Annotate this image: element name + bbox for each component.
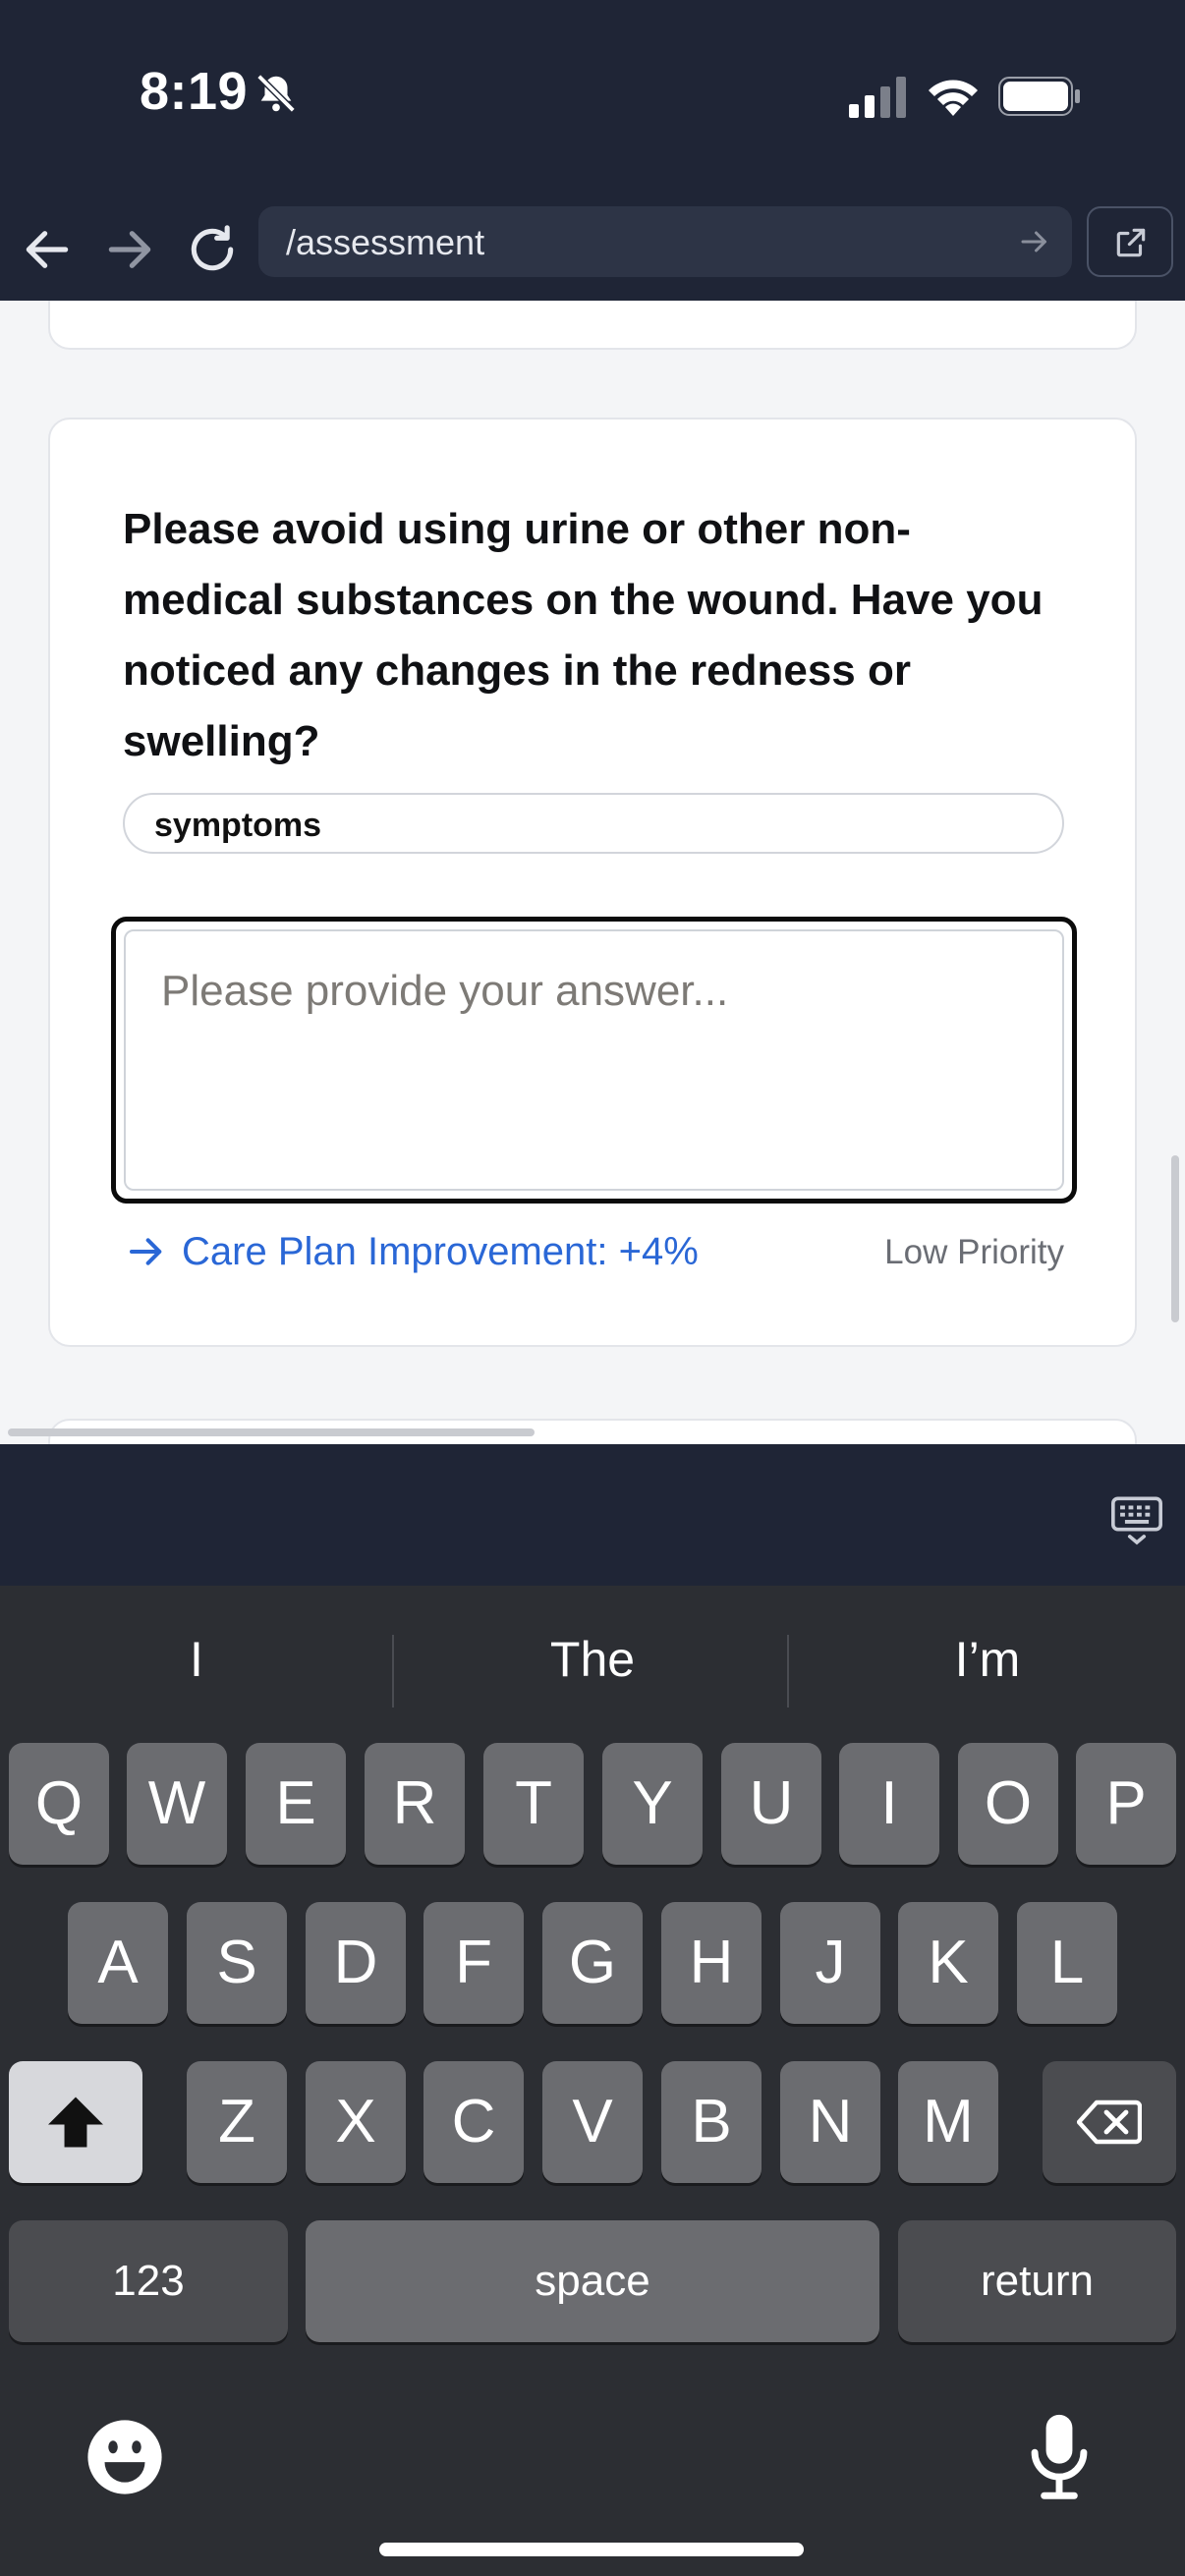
delete-key[interactable] (1043, 2061, 1176, 2183)
category-tag-label: symptoms (154, 807, 322, 844)
key-n[interactable]: N (780, 2061, 880, 2183)
status-bar: 8:19 (0, 0, 1185, 196)
suggestion-2[interactable]: The (396, 1615, 789, 1704)
keyboard-dismiss-icon[interactable] (1108, 1491, 1165, 1548)
microphone-icon[interactable] (1024, 2411, 1095, 2501)
key-k[interactable]: K (898, 1902, 998, 2024)
key-x[interactable]: X (306, 2061, 406, 2183)
category-tag: symptoms (123, 793, 1064, 854)
key-p[interactable]: P (1076, 1743, 1176, 1865)
on-screen-keyboard: I The I’m Q W E R T Y U I O P A S D F G … (0, 1586, 1185, 2576)
key-z[interactable]: Z (187, 2061, 287, 2183)
key-v[interactable]: V (542, 2061, 643, 2183)
key-j[interactable]: J (780, 1902, 880, 2024)
suggestion-1[interactable]: I (0, 1615, 393, 1704)
horizontal-scrollbar[interactable] (8, 1428, 535, 1436)
key-m[interactable]: M (898, 2061, 998, 2183)
answer-focus-ring (111, 917, 1077, 1204)
improvement-label: Care Plan Improvement: +4% (182, 1229, 699, 1273)
shift-key[interactable] (9, 2061, 142, 2183)
back-arrow-icon[interactable] (20, 222, 75, 277)
space-key[interactable]: space (306, 2220, 879, 2342)
key-q[interactable]: Q (9, 1743, 109, 1865)
reload-icon[interactable] (185, 222, 240, 277)
key-t[interactable]: T (483, 1743, 584, 1865)
key-u[interactable]: U (721, 1743, 821, 1865)
priority-label: Low Priority (884, 1233, 1064, 1271)
browser-toolbar: /assessment (0, 196, 1185, 301)
wifi-icon (929, 80, 978, 116)
suggestion-3[interactable]: I’m (791, 1615, 1184, 1704)
key-o[interactable]: O (958, 1743, 1058, 1865)
key-w[interactable]: W (127, 1743, 227, 1865)
key-h[interactable]: H (661, 1902, 762, 2024)
question-text: Please avoid using urine or other non-me… (123, 505, 1044, 765)
key-i[interactable]: I (839, 1743, 939, 1865)
battery-icon (998, 77, 1080, 116)
url-bar[interactable]: /assessment (258, 206, 1072, 277)
shift-arrow-icon (48, 2097, 103, 2148)
key-r[interactable]: R (365, 1743, 465, 1865)
return-key[interactable]: return (898, 2220, 1176, 2342)
answer-textarea[interactable] (124, 929, 1064, 1191)
key-c[interactable]: C (423, 2061, 524, 2183)
go-arrow-icon[interactable] (1017, 224, 1052, 259)
home-indicator[interactable] (379, 2543, 804, 2556)
numbers-key[interactable]: 123 (9, 2220, 288, 2342)
vertical-scrollbar[interactable] (1171, 1155, 1179, 1322)
keyboard-toolbar (0, 1444, 1185, 1586)
backspace-icon (1077, 2100, 1142, 2145)
key-a[interactable]: A (68, 1902, 168, 2024)
previous-question-card (48, 301, 1137, 350)
key-l[interactable]: L (1017, 1902, 1117, 2024)
key-b[interactable]: B (661, 2061, 762, 2183)
key-s[interactable]: S (187, 1902, 287, 2024)
key-f[interactable]: F (423, 1902, 524, 2024)
page-content[interactable]: Please avoid using urine or other non-me… (0, 301, 1185, 1444)
silent-mode-icon (256, 74, 296, 113)
cellular-signal-icon (849, 77, 906, 118)
status-time: 8:19 (140, 62, 249, 121)
external-link-icon (1116, 228, 1146, 257)
forward-arrow-icon[interactable] (102, 222, 157, 277)
care-plan-improvement: Care Plan Improvement: +4% (127, 1225, 699, 1278)
question-card: Please avoid using urine or other non-me… (48, 418, 1137, 1347)
key-e[interactable]: E (246, 1743, 346, 1865)
key-d[interactable]: D (306, 1902, 406, 2024)
suggestion-divider (787, 1635, 789, 1708)
emoji-icon[interactable] (85, 2417, 165, 2497)
suggestion-divider (392, 1635, 394, 1708)
open-external-button[interactable] (1087, 206, 1173, 277)
key-y[interactable]: Y (602, 1743, 703, 1865)
key-g[interactable]: G (542, 1902, 643, 2024)
url-text: /assessment (286, 222, 485, 262)
arrow-right-icon (130, 1238, 162, 1265)
